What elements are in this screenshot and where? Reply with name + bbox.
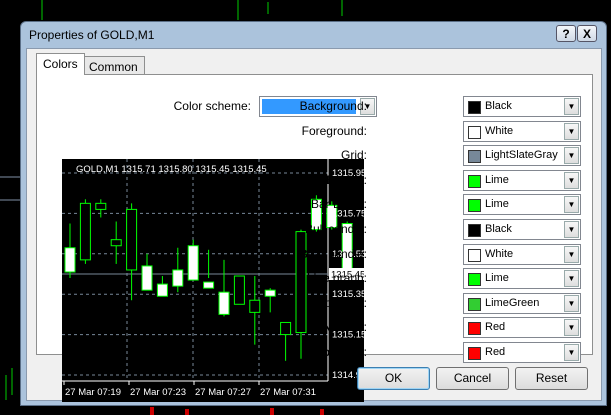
ask-line-label: Ask line: — [321, 320, 367, 335]
candle-body — [79, 202, 91, 261]
volume-bar — [270, 408, 274, 415]
candle-body — [264, 289, 276, 297]
candle-body — [156, 283, 168, 297]
line-graph-color-swatch — [468, 273, 481, 287]
chevron-down-icon[interactable]: ▼ — [564, 270, 579, 288]
background-color-select[interactable]: Black ▼ — [463, 96, 581, 117]
grid-color-select[interactable]: LightSlateGray ▼ — [463, 145, 581, 167]
help-button[interactable]: ? — [556, 25, 576, 42]
candle-body — [126, 208, 138, 271]
stop-levels-color-value: Red — [485, 346, 506, 358]
stop-levels-color-swatch — [468, 347, 481, 360]
grid-color-value: LightSlateGray — [485, 149, 558, 162]
candle-body — [249, 299, 261, 313]
bull-candle-label: Bull candle: — [304, 222, 367, 236]
time-axis-label: 27 Mar 07:23 — [130, 387, 186, 398]
candle-body — [187, 245, 199, 281]
bar-up-color-swatch — [468, 174, 481, 188]
grid-color-swatch — [468, 150, 481, 164]
bear-candle-color-value: White — [485, 247, 514, 260]
ask-line-color-swatch — [468, 322, 481, 336]
candle-body — [172, 269, 184, 287]
bar-down-color-swatch — [468, 199, 481, 213]
chevron-down-icon[interactable]: ▼ — [564, 122, 579, 140]
bull-candle-color-select[interactable]: Black ▼ — [463, 219, 581, 240]
volume-bar — [320, 409, 324, 415]
bar-up-label: Bar Up: — [326, 172, 367, 187]
bar-down-color-value: Lime — [485, 198, 509, 211]
ask-line-color-select[interactable]: Red ▼ — [463, 317, 581, 339]
volumes-label: Volumes: — [317, 295, 367, 310]
color-scheme-label: Color scheme: — [173, 99, 251, 113]
volume-bar — [150, 407, 154, 415]
bar-up-color-value: Lime — [485, 173, 509, 186]
time-axis-label: 27 Mar 07:31 — [260, 387, 316, 398]
candle-body — [203, 281, 215, 289]
stop-levels-label: Stop levels: — [304, 345, 367, 359]
dialog-title: Properties of GOLD,M1 — [29, 28, 155, 42]
candle-body — [218, 291, 230, 315]
line-graph-color-value: Lime — [485, 272, 509, 285]
bar-down-color-select[interactable]: Lime ▼ — [463, 194, 581, 216]
volumes-color-swatch — [468, 297, 481, 311]
chevron-down-icon[interactable]: ▼ — [564, 245, 579, 263]
candle-body — [110, 239, 122, 247]
chart-header-text: GOLD,M1 1315.71 1315.80 1315.45 1315.45 — [76, 164, 267, 175]
dialog-body: Colors Common Color scheme: ▼ GOLD,M1 13… — [26, 48, 602, 402]
chevron-down-icon[interactable]: ▼ — [564, 196, 579, 214]
bear-candle-color-select[interactable]: White ▼ — [463, 243, 581, 265]
properties-dialog: Properties of GOLD,M1 ? X Colors Common … — [20, 21, 607, 406]
volumes-color-select[interactable]: LimeGreen ▼ — [463, 292, 581, 314]
bar-up-color-select[interactable]: Lime ▼ — [463, 169, 581, 191]
chevron-down-icon[interactable]: ▼ — [564, 344, 579, 361]
candle-body — [95, 202, 107, 210]
bull-candle-color-swatch — [468, 224, 481, 237]
tab-common[interactable]: Common — [82, 56, 145, 76]
candle-body — [280, 321, 292, 336]
volumes-color-value: LimeGreen — [485, 296, 540, 309]
foreground-color-value: White — [485, 124, 514, 137]
line-graph-label: Line graph: — [306, 271, 367, 286]
ask-line-color-value: Red — [485, 321, 506, 334]
chevron-down-icon[interactable]: ▼ — [564, 98, 579, 115]
candle-body — [233, 275, 245, 305]
ok-button[interactable]: OK — [357, 367, 430, 390]
time-axis-label: 27 Mar 07:27 — [195, 387, 251, 398]
candle-body — [64, 247, 76, 273]
foreground-label: Foreground: — [301, 123, 367, 138]
background-label: Background: — [299, 99, 367, 113]
close-button[interactable]: X — [577, 25, 597, 42]
foreground-color-swatch — [468, 125, 481, 139]
bull-candle-color-value: Black — [485, 223, 512, 235]
reset-button[interactable]: Reset — [515, 367, 588, 390]
bear-candle-label: Bear candle: — [299, 246, 367, 261]
colors-tab-page: Color scheme: ▼ GOLD,M1 1315.71 1315.80 … — [36, 74, 593, 402]
chevron-down-icon[interactable]: ▼ — [564, 319, 579, 337]
chevron-down-icon[interactable]: ▼ — [564, 147, 579, 165]
line-graph-color-select[interactable]: Lime ▼ — [463, 268, 581, 290]
grid-label: Grid: — [340, 148, 367, 163]
time-axis-label: 27 Mar 07:19 — [65, 387, 121, 398]
stop-levels-color-select[interactable]: Red ▼ — [463, 342, 581, 363]
background-color-swatch — [468, 101, 481, 114]
chevron-down-icon[interactable]: ▼ — [564, 171, 579, 189]
candle-body — [141, 265, 153, 291]
bear-candle-color-swatch — [468, 248, 481, 262]
foreground-color-select[interactable]: White ▼ — [463, 120, 581, 142]
tab-colors[interactable]: Colors — [36, 53, 85, 75]
bar-down-label: Bar Down: — [310, 197, 367, 212]
chevron-down-icon[interactable]: ▼ — [564, 294, 579, 312]
background-color-value: Black — [485, 100, 512, 112]
chevron-down-icon[interactable]: ▼ — [564, 221, 579, 238]
cancel-button[interactable]: Cancel — [436, 367, 509, 390]
volume-bar — [185, 409, 189, 415]
